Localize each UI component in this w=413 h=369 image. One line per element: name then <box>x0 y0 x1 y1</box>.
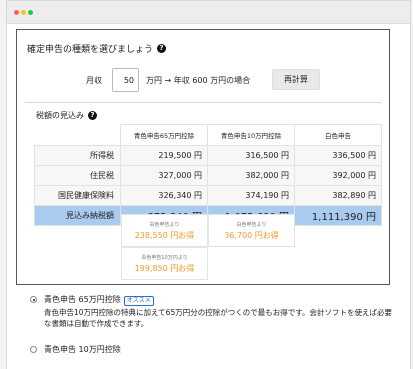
savings-box: 白色申告より 36,700 円お得 <box>208 214 295 247</box>
row-label: 住民税 <box>34 165 121 186</box>
savings-box: 青色申告10万円より 199,850 円お得 <box>121 247 208 280</box>
monthly-income-input[interactable] <box>112 68 139 92</box>
table-cell: 382,000 円 <box>207 165 295 186</box>
savings-caption: 白色申告より <box>149 222 180 228</box>
minimize-window-button[interactable] <box>21 10 26 15</box>
savings-amount: 36,700 円お得 <box>224 231 279 240</box>
help-icon[interactable]: ? <box>157 44 167 53</box>
table-cell: 382,890 円 <box>294 185 382 206</box>
table-cell: 316,500 円 <box>207 145 295 166</box>
annual-income-text: 万円 → 年収 600 万円の場合 <box>146 76 251 85</box>
table-cell: 327,000 円 <box>120 165 208 186</box>
column-header: 白色申告 <box>294 124 382 146</box>
total-cell: 1,111,390 円 <box>294 205 382 226</box>
row-label: 見込み納税額 <box>34 205 121 226</box>
card-heading-text: 確定申告の種類を選びましょう <box>27 45 154 55</box>
divider <box>25 102 381 103</box>
monthly-income-label: 月収 <box>86 76 102 85</box>
savings-amount: 238,550 円お得 <box>134 231 195 240</box>
savings-box: 白色申告より 238,550 円お得 <box>121 214 208 247</box>
tax-estimate-heading: 税額の見込み ? <box>36 110 97 121</box>
table-cell: 326,340 円 <box>120 185 208 206</box>
savings-caption: 白色申告より <box>236 222 267 228</box>
column-header: 青色申告65万円控除 <box>120 124 208 146</box>
option-title-text: 青色申告 65万円控除 <box>44 295 121 304</box>
help-icon[interactable]: ? <box>88 111 97 120</box>
table-row: 住民税 327,000 円 382,000 円 392,000 円 <box>34 165 382 186</box>
column-header: 青色申告10万円控除 <box>207 124 295 146</box>
table-cell: 336,500 円 <box>294 145 382 166</box>
close-window-button[interactable] <box>14 10 19 15</box>
tax-type-card: 確定申告の種類を選びましょう ? 月収 万円 → 年収 600 万円の場合 再計… <box>16 29 390 285</box>
table-header-row: 青色申告65万円控除 青色申告10万円控除 白色申告 <box>34 124 382 146</box>
tax-estimate-table: 青色申告65万円控除 青色申告10万円控除 白色申告 所得税 219,500 円… <box>34 124 382 226</box>
tax-estimate-title: 税額の見込み <box>36 111 84 120</box>
radio-blue-10[interactable] <box>30 346 37 353</box>
savings-amount: 199,850 円お得 <box>134 264 195 273</box>
window-titlebar <box>7 1 410 24</box>
table-cell: 219,500 円 <box>120 145 208 166</box>
option-title-text: 青色申告 10万円控除 <box>44 345 121 354</box>
card-heading: 確定申告の種類を選びましょう ? <box>27 42 167 55</box>
row-label: 所得税 <box>34 145 121 166</box>
row-label: 国民健康保険料 <box>34 185 121 206</box>
table-row: 国民健康保険料 326,340 円 374,190 円 382,890 円 <box>34 185 382 206</box>
recalculate-button[interactable]: 再計算 <box>272 69 320 90</box>
table-cell: 374,190 円 <box>207 185 295 206</box>
option-title: 青色申告 65万円控除 オススメ <box>44 294 154 306</box>
table-corner-cell <box>34 124 121 146</box>
income-row: 月収 万円 → 年収 600 万円の場合 再計算 <box>17 66 391 96</box>
table-row: 所得税 219,500 円 316,500 円 336,500 円 <box>34 145 382 166</box>
radio-blue-65[interactable] <box>30 296 37 303</box>
maximize-window-button[interactable] <box>28 10 33 15</box>
savings-caption: 青色申告10万円より <box>141 255 188 261</box>
table-cell: 392,000 円 <box>294 165 382 186</box>
recommended-badge: オススメ <box>123 296 154 306</box>
option-description: 青色申告10万円控除の特典に加えて65万円分の控除がつくので最もお得です。会計ソ… <box>44 308 392 328</box>
